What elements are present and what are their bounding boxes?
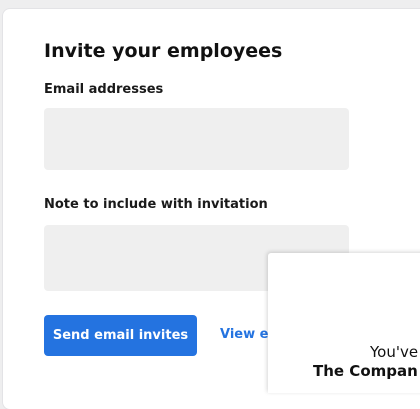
preview-heading-line2: The Compan	[313, 362, 418, 380]
email-addresses-field[interactable]	[44, 108, 349, 170]
send-email-invites-button[interactable]: Send email invites	[44, 315, 197, 356]
preview-heading-line1: You've	[370, 343, 419, 361]
invitation-preview-card: You've The Compan	[268, 253, 420, 393]
email-addresses-label: Email addresses	[44, 82, 164, 97]
invitation-note-label: Note to include with invitation	[44, 197, 268, 212]
page-title: Invite your employees	[44, 40, 283, 62]
